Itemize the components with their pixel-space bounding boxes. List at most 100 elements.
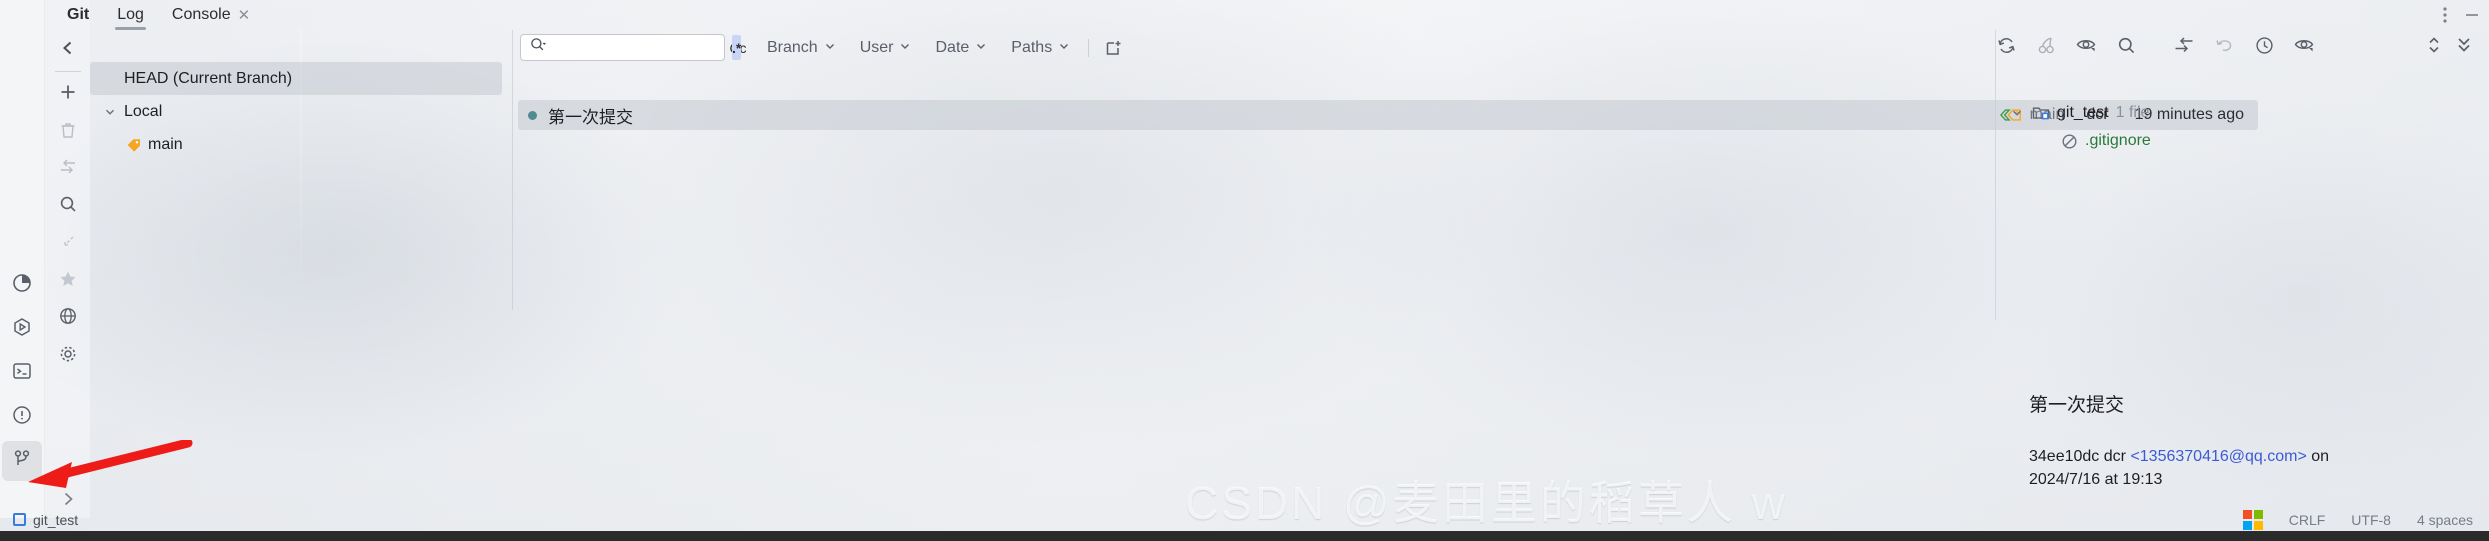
branch-side-toolbar [45, 0, 90, 518]
remote-branches-button[interactable] [50, 302, 86, 335]
collapse-all-icon [58, 232, 78, 257]
clock-icon [2254, 35, 2275, 61]
search-commits-button[interactable] [2111, 34, 2141, 62]
new-branch-button[interactable] [50, 78, 86, 111]
search-dropdown-icon[interactable] [529, 36, 547, 59]
commit-subject: 第一次提交 [548, 107, 633, 127]
show-options-button[interactable] [2071, 34, 2101, 62]
date-filter-label: Date [935, 38, 970, 56]
merge-branch-button[interactable] [50, 153, 86, 186]
hide-panel-icon [2454, 35, 2474, 60]
search-branches-button[interactable] [50, 190, 86, 223]
branch-filter[interactable]: Branch [759, 34, 844, 62]
date-filter[interactable]: Date [927, 34, 995, 62]
commit-search-box[interactable]: .* [520, 34, 742, 61]
merge-arrow-icon [2173, 35, 2195, 60]
terminal-icon [11, 360, 33, 387]
user-filter[interactable]: User [852, 34, 920, 62]
chevron-down-icon [1058, 39, 1070, 57]
commit-details-panel: 第一次提交 34ee10dc dcr <1356370416@qq.com> o… [1999, 390, 2489, 491]
diff-preview-options-button[interactable] [2289, 34, 2319, 62]
regex-toggle-button[interactable]: .* [732, 35, 742, 60]
tab-log[interactable]: Log [103, 0, 158, 30]
sidebar-item-problems-panel[interactable] [2, 397, 42, 437]
chevron-down-icon[interactable] [2009, 107, 2025, 119]
undo-icon [2214, 35, 2235, 60]
show-merge-commits-button[interactable] [2169, 34, 2199, 62]
status-encoding[interactable]: UTF-8 [2351, 512, 2391, 528]
status-indent[interactable]: 4 spaces [2417, 512, 2473, 528]
branch-row-local[interactable]: Local [90, 95, 510, 128]
detail-email[interactable]: <1356370416@qq.com> [2130, 448, 2306, 465]
status-project-name[interactable]: git_test [33, 512, 78, 528]
windows-logo-icon [2242, 509, 2263, 530]
sidebar-item-run-panel[interactable] [2, 309, 42, 349]
tab-console[interactable]: Console ✕ [158, 0, 264, 30]
branch-row-main[interactable]: main [90, 128, 510, 161]
commit-row[interactable]: 第一次提交 main dcr 19 minutes ago [518, 100, 2258, 130]
hide-panel-button[interactable] [2449, 34, 2479, 62]
chevron-down-icon [975, 39, 987, 57]
paths-filter[interactable]: Paths [1003, 34, 1078, 62]
branch-row-head[interactable]: HEAD (Current Branch) [90, 62, 502, 95]
chevron-down-icon[interactable] [102, 106, 118, 118]
toolbar-divider [1088, 38, 1090, 57]
status-line-separator[interactable]: CRLF [2289, 512, 2326, 528]
log-tabbar: Git Log Console ✕ [45, 0, 2489, 30]
paths-filter-label: Paths [1011, 38, 1053, 56]
revert-commit-button[interactable] [2209, 34, 2239, 62]
branch-row-main-label: main [148, 135, 183, 153]
eye-icon [2075, 35, 2097, 60]
panel-title-label: Git [67, 6, 90, 23]
collapse-all-button[interactable] [50, 227, 86, 260]
sidebar-item-terminal-panel[interactable] [2, 353, 42, 393]
ignored-file-icon [2061, 133, 2078, 150]
search-input[interactable] [547, 35, 732, 60]
detail-author: dcr [2103, 448, 2126, 465]
window-controls [2443, 0, 2481, 30]
delete-branch-button[interactable] [50, 116, 86, 149]
refresh-icon [1996, 35, 2017, 61]
log-filter-toolbar: .* Cc Branch User Date Paths [510, 30, 2489, 65]
changes-root-row[interactable]: git_test 1 file [1999, 99, 2489, 127]
sidebar-item-project-statistics[interactable] [2, 265, 42, 305]
branch-tag-icon [126, 137, 142, 153]
pie-chart-icon [11, 272, 33, 299]
screen-bottom-edge [0, 531, 2489, 541]
project-icon [13, 513, 26, 526]
refresh-log-button[interactable] [1991, 34, 2021, 62]
git-settings-button[interactable] [50, 339, 86, 372]
favorite-branch-button[interactable] [50, 265, 86, 298]
gear-icon [58, 344, 78, 369]
expand-collapse-button[interactable] [2419, 34, 2449, 62]
collapse-panel-button[interactable] [50, 34, 86, 67]
star-icon [58, 269, 78, 294]
vertical-dots-icon[interactable] [2443, 6, 2447, 24]
close-icon[interactable]: ✕ [238, 8, 251, 23]
chevron-down-icon [824, 39, 836, 57]
search-icon [2116, 35, 2137, 61]
changed-file-name: .gitignore [2085, 132, 2151, 149]
detail-date: 2024/7/16 at 19:13 [2029, 471, 2163, 489]
commit-history-button[interactable] [2249, 34, 2279, 62]
changed-file-row[interactable]: .gitignore [1999, 127, 2489, 155]
run-hexagon-icon [11, 316, 33, 343]
changes-file-count: 1 file [2115, 104, 2150, 121]
branch-row-head-label: HEAD (Current Branch) [124, 69, 293, 87]
minimize-icon[interactable] [2463, 6, 2481, 24]
detail-hash[interactable]: 34ee10dc [2029, 448, 2099, 465]
ide-window: Git Log Console ✕ HEAD (Current Branch) … [0, 0, 2489, 541]
sidebar-item-git-panel[interactable] [2, 441, 42, 481]
plus-icon [58, 82, 78, 107]
cherry-pick-button[interactable] [2031, 34, 2061, 62]
new-log-tab-icon[interactable] [1099, 34, 1129, 62]
panel-title: Git [45, 0, 103, 30]
branch-filter-label: Branch [767, 38, 818, 56]
changes-root-label: git_test [2057, 104, 2109, 121]
detail-subject: 第一次提交 [2029, 395, 2125, 416]
globe-icon [58, 306, 78, 331]
eye-icon [2293, 35, 2315, 60]
folder-icon [2032, 105, 2050, 121]
search-icon [58, 194, 78, 219]
panel-divider-left [512, 30, 513, 310]
